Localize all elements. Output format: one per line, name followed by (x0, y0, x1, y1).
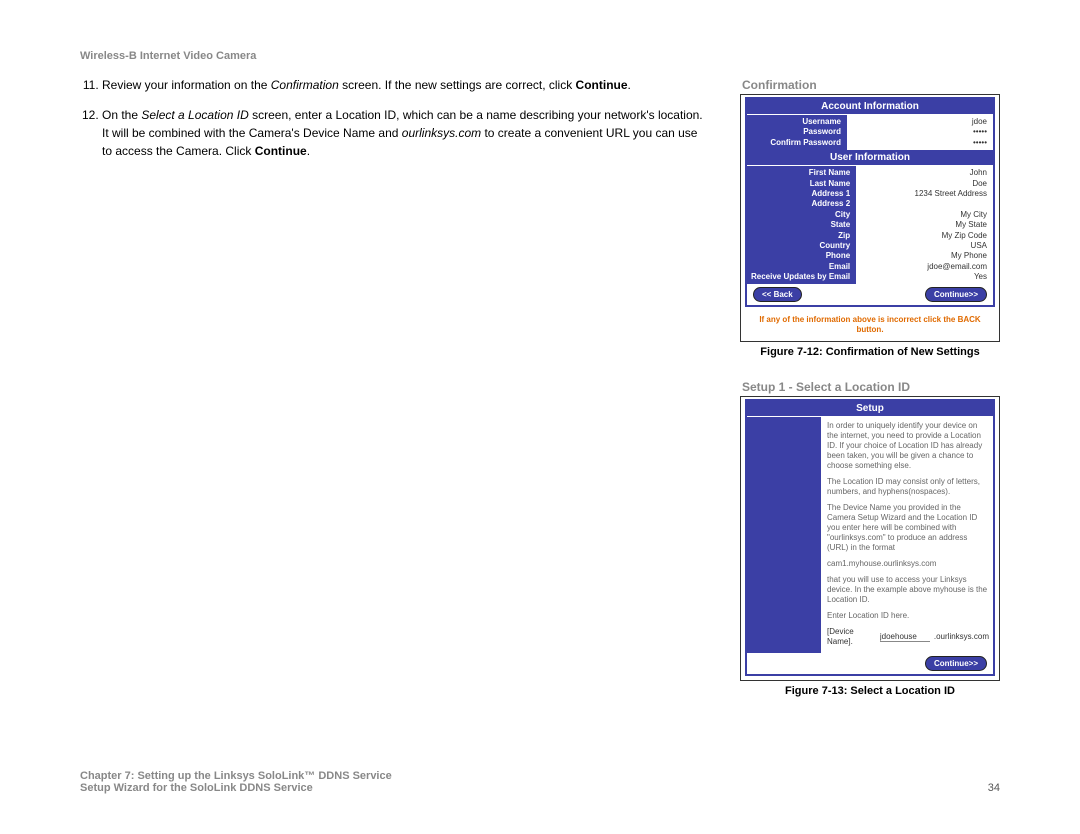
step12-text-post: . (307, 144, 310, 158)
label-password: Password (751, 127, 841, 137)
location-id-input[interactable] (880, 632, 930, 642)
label-zip: Zip (751, 231, 850, 241)
continue-button-2[interactable]: Continue>> (925, 656, 987, 671)
page-number: 34 (988, 782, 1000, 794)
fig1-panel: Account Information Username Password Co… (740, 94, 1000, 342)
step12-text-pre: On the (102, 108, 141, 122)
footer-chapter: Chapter 7: Setting up the Linksys SoloLi… (80, 770, 392, 782)
setup-p5: that you will use to access your Linksys… (827, 575, 989, 605)
fig1-caption: Figure 7-12: Confirmation of New Setting… (740, 346, 1000, 358)
step11-text-pre: Review your information on the (102, 78, 271, 92)
label-email: Email (751, 262, 850, 272)
fig1-account-bar: Account Information (747, 99, 993, 115)
fig1-user-bar: User Information (747, 150, 993, 166)
fig1-warning: If any of the information above is incor… (741, 311, 999, 340)
value-username: jdoe (851, 117, 987, 127)
value-updates: Yes (860, 272, 987, 282)
setup-p6: Enter Location ID here. (827, 611, 989, 621)
label-country: Country (751, 241, 850, 251)
label-city: City (751, 210, 850, 220)
label-address2: Address 2 (751, 199, 850, 209)
value-confirm-password: ••••• (851, 138, 987, 148)
step-12: On the Select a Location ID screen, ente… (102, 106, 710, 160)
setup-p3: The Device Name you provided in the Came… (827, 503, 989, 553)
label-address1: Address 1 (751, 189, 850, 199)
value-email: jdoe@email.com (860, 262, 987, 272)
value-first-name: John (860, 168, 987, 178)
value-password: ••••• (851, 127, 987, 137)
fig2-setup-bar: Setup (747, 401, 993, 417)
fig2-caption: Figure 7-13: Select a Location ID (740, 685, 1000, 697)
step12-italic-ourlinksys: ourlinksys.com (402, 126, 481, 140)
product-header: Wireless-B Internet Video Camera (80, 50, 1000, 62)
label-username: Username (751, 117, 841, 127)
value-last-name: Doe (860, 179, 987, 189)
fig2-panel-title: Setup 1 - Select a Location ID (740, 378, 1000, 396)
step12-bold-continue: Continue (255, 144, 307, 158)
back-button[interactable]: << Back (753, 287, 802, 302)
step11-bold-continue: Continue (576, 78, 628, 92)
instruction-column: Review your information on the Confirmat… (80, 76, 710, 717)
value-address2 (860, 199, 987, 209)
setup-p1: In order to uniquely identify your devic… (827, 421, 989, 471)
label-updates: Receive Updates by Email (751, 272, 850, 282)
label-confirm-password: Confirm Password (751, 138, 841, 148)
label-last-name: Last Name (751, 179, 850, 189)
setup-left-strip (747, 417, 821, 653)
value-country: USA (860, 241, 987, 251)
value-city: My City (860, 210, 987, 220)
value-phone: My Phone (860, 251, 987, 261)
step-11: Review your information on the Confirmat… (102, 76, 710, 94)
step11-text-mid: screen. If the new settings are correct,… (339, 78, 576, 92)
label-first-name: First Name (751, 168, 850, 178)
value-address1: 1234 Street Address (860, 189, 987, 199)
step12-italic-select: Select a Location ID (141, 108, 248, 122)
value-zip: My Zip Code (860, 231, 987, 241)
step11-text-post: . (628, 78, 631, 92)
setup-p4: cam1.myhouse.ourlinksys.com (827, 559, 989, 569)
fig2-panel: Setup In order to uniquely identify your… (740, 396, 1000, 681)
setup-p2: The Location ID may consist only of lett… (827, 477, 989, 497)
domain-suffix: .ourlinksys.com (934, 632, 989, 642)
continue-button[interactable]: Continue>> (925, 287, 987, 302)
fig1-panel-title: Confirmation (740, 76, 1000, 94)
footer-subtitle: Setup Wizard for the SoloLink DDNS Servi… (80, 782, 392, 794)
value-state: My State (860, 220, 987, 230)
label-phone: Phone (751, 251, 850, 261)
step11-italic-confirmation: Confirmation (271, 78, 339, 92)
label-state: State (751, 220, 850, 230)
device-name-label: [Device Name]. (827, 627, 876, 647)
